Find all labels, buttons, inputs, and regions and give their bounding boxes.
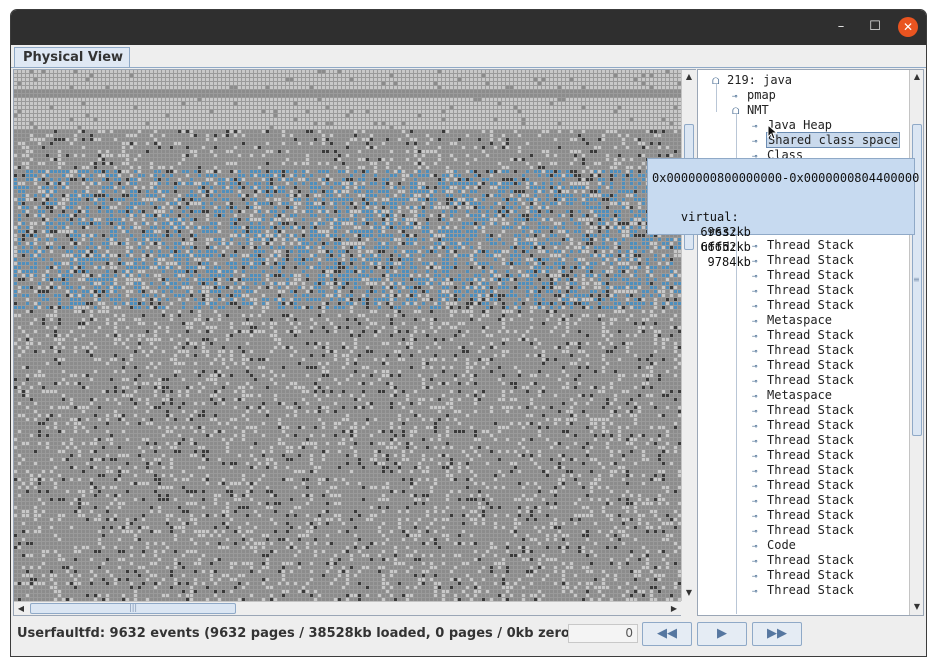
- tree-item[interactable]: ⊸Thread Stack: [752, 568, 855, 583]
- tree-item[interactable]: ⊸Thread Stack: [752, 238, 855, 253]
- tree-item-label: Metaspace: [766, 313, 833, 327]
- tree-item-label: Thread Stack: [766, 268, 855, 282]
- tree-item-label: Thread Stack: [766, 523, 855, 537]
- tree-item[interactable]: ⊸ pmap: [732, 88, 777, 103]
- tree-item-label: Thread Stack: [766, 583, 855, 597]
- region-tree[interactable]: ᗝ 219: java ⊸ pmap ᗝ NMT ⊸ Java Heap ⊸ Shared cla…: [697, 69, 924, 616]
- scroll-down-icon[interactable]: ▼: [682, 586, 696, 600]
- tree-item-label: Thread Stack: [766, 448, 855, 462]
- tree-item[interactable]: ⊸Thread Stack: [752, 508, 855, 523]
- fast-forward-icon: ▶▶: [767, 626, 787, 641]
- rewind-button[interactable]: ◀◀: [642, 622, 692, 646]
- tooltip-key: uffd:: [681, 240, 737, 255]
- mouse-pointer-icon: [767, 124, 777, 140]
- tree-item[interactable]: ᗝ 219: java: [712, 73, 793, 88]
- tree-item[interactable]: ⊸Thread Stack: [752, 358, 855, 373]
- scroll-up-icon[interactable]: ▲: [682, 70, 696, 84]
- tree-item-label: Code: [766, 538, 797, 552]
- grid-vertical-scrollbar[interactable]: ▲ ▼: [681, 70, 696, 601]
- maximize-icon[interactable]: ☐: [865, 17, 885, 37]
- tree-item-label: Thread Stack: [766, 568, 855, 582]
- minimize-icon[interactable]: –: [831, 17, 851, 37]
- tree-item[interactable]: ⊸Thread Stack: [752, 343, 855, 358]
- tree-item[interactable]: ⊸Thread Stack: [752, 268, 855, 283]
- close-icon[interactable]: ✕: [898, 17, 918, 37]
- tree-item[interactable]: ⊸Thread Stack: [752, 553, 855, 568]
- play-icon: ▶: [717, 626, 727, 641]
- tree-scroll-down-icon[interactable]: ▼: [910, 600, 923, 614]
- tree-item-label: Thread Stack: [766, 283, 855, 297]
- physical-memory-view[interactable]: ▲ ▼ ◀ ||| ▶: [13, 69, 696, 616]
- tree-item[interactable]: ⊸Thread Stack: [752, 298, 855, 313]
- tree-item-label: Thread Stack: [766, 298, 855, 312]
- tree-item[interactable]: ⊸Thread Stack: [752, 523, 855, 538]
- tree-item[interactable]: ⊸Thread Stack: [752, 463, 855, 478]
- region-tooltip: 0x0000000800000000-0x0000000804400000 vi…: [647, 158, 919, 269]
- fast-forward-button[interactable]: ▶▶: [752, 622, 802, 646]
- scroll-corner: [681, 601, 696, 616]
- tooltip-range: 0x0000000800000000-0x0000000804400000: [652, 171, 919, 186]
- scroll-right-icon[interactable]: ▶: [667, 602, 681, 615]
- tooltip-row-uffd: uffd: 9784kb: [652, 225, 751, 285]
- tree-item[interactable]: ⊸Thread Stack: [752, 253, 855, 268]
- tree-item[interactable]: ⊸Thread Stack: [752, 283, 855, 298]
- tree-vertical-scrollbar[interactable]: ▲ ≡ ▼: [909, 70, 923, 615]
- tree-item-label: Thread Stack: [766, 478, 855, 492]
- tree-item-label: 219: java: [726, 73, 793, 87]
- tab-physical-view[interactable]: Physical View: [14, 47, 130, 68]
- tree-item[interactable]: ⊸Thread Stack: [752, 493, 855, 508]
- tree-item[interactable]: ⊸ Metaspace: [752, 388, 833, 403]
- tooltip-value: 9784kb: [681, 255, 751, 270]
- tab-underline: [11, 67, 926, 68]
- status-bar: Userfaultfd: 9632 events (9632 pages / 3…: [11, 620, 926, 656]
- grid-horizontal-scroll-thumb[interactable]: |||: [30, 603, 236, 614]
- tree-item-label: Thread Stack: [766, 553, 855, 567]
- tree-item-label: Thread Stack: [766, 508, 855, 522]
- play-button[interactable]: ▶: [697, 622, 747, 646]
- tree-item[interactable]: ⊸ Code: [752, 538, 797, 553]
- tree-expanded-icon[interactable]: ᗝ: [712, 75, 726, 90]
- grip-icon: ≡: [913, 275, 920, 284]
- tree-item[interactable]: ⊸Thread Stack: [752, 433, 855, 448]
- tree-item-label: Shared class space: [766, 132, 901, 148]
- tree-item-label: Thread Stack: [766, 373, 855, 387]
- tree-item-label: Thread Stack: [766, 403, 855, 417]
- tree-item[interactable]: ⊸Thread Stack: [752, 448, 855, 463]
- tree-item-label: Thread Stack: [766, 433, 855, 447]
- grip-icon: |||: [129, 603, 137, 612]
- tree-item[interactable]: ⊸Thread Stack: [752, 418, 855, 433]
- status-text: Userfaultfd: 9632 events (9632 pages / 3…: [17, 626, 594, 641]
- tree-item-label: Thread Stack: [766, 238, 855, 252]
- tree-item[interactable]: ⊸Thread Stack: [752, 583, 855, 598]
- tree-item-label: Thread Stack: [766, 463, 855, 477]
- tree-expanded-icon[interactable]: ᗝ: [732, 105, 746, 120]
- tree-leaf-icon[interactable]: ⊸: [752, 585, 766, 600]
- rewind-icon: ◀◀: [657, 626, 677, 641]
- tree-item-label: Thread Stack: [766, 358, 855, 372]
- tree-item[interactable]: ⊸ Java Heap: [752, 118, 833, 133]
- scroll-left-icon[interactable]: ◀: [14, 602, 28, 615]
- app-window: – ☐ ✕ Physical View ▲ ▼ ◀ ||| ▶ ᗝ 219: ja…: [10, 9, 927, 657]
- tree-item[interactable]: ⊸Thread Stack: [752, 328, 855, 343]
- tree-item-label: Thread Stack: [766, 418, 855, 432]
- tree-item-label: Thread Stack: [766, 253, 855, 267]
- tree-item[interactable]: ⊸Thread Stack: [752, 403, 855, 418]
- tree-item-label: Thread Stack: [766, 328, 855, 342]
- tree-item[interactable]: ᗝ NMT: [732, 103, 770, 118]
- tree-item-label: pmap: [746, 88, 777, 102]
- tree-item-label: NMT: [746, 103, 770, 117]
- tree-item[interactable]: ⊸ Metaspace: [752, 313, 833, 328]
- tree-item-label: Thread Stack: [766, 343, 855, 357]
- event-counter-field[interactable]: 0: [568, 624, 638, 643]
- title-bar: – ☐ ✕: [11, 10, 926, 45]
- tree-item[interactable]: ⊸Thread Stack: [752, 373, 855, 388]
- tree-item[interactable]: ⊸Thread Stack: [752, 478, 855, 493]
- grid-horizontal-scrollbar[interactable]: ◀ ||| ▶: [14, 601, 681, 615]
- tree-item-label: Thread Stack: [766, 493, 855, 507]
- memory-page-grid[interactable]: [14, 70, 681, 601]
- tree-scroll-up-icon[interactable]: ▲: [910, 70, 923, 84]
- tree-item-label: Metaspace: [766, 388, 833, 402]
